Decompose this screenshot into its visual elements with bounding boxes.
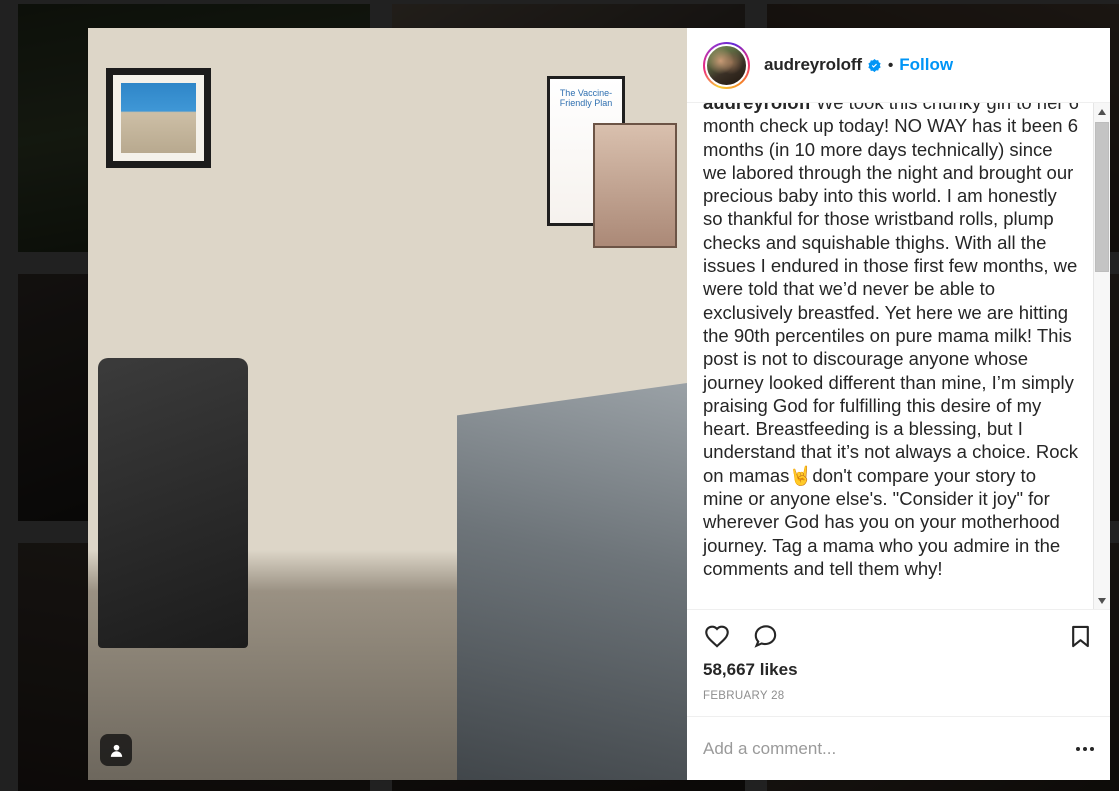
photo-wall-frame	[106, 68, 211, 168]
scrollbar-thumb[interactable]	[1095, 122, 1109, 272]
photo-chair	[98, 358, 248, 648]
author-username[interactable]: audreyroloff	[764, 55, 862, 75]
scroll-up-arrow-icon[interactable]	[1094, 103, 1110, 120]
avatar-story-ring[interactable]	[703, 41, 750, 89]
heart-icon	[705, 625, 729, 648]
avatar[interactable]	[705, 43, 748, 87]
caption-region: audreyroloff We took this chunky girl to…	[687, 103, 1110, 610]
action-icon-row	[703, 622, 1094, 650]
post-modal: The Vaccine-Friendly Plan audreyroloff •…	[88, 28, 1110, 780]
photo-poster-text: The Vaccine-Friendly Plan	[559, 88, 613, 108]
save-button[interactable]	[1067, 623, 1094, 650]
post-caption: audreyroloff We took this chunky girl to…	[703, 103, 1079, 580]
verified-badge-icon	[868, 58, 881, 72]
more-options-dot	[1090, 746, 1094, 751]
caption-scroll-area[interactable]: audreyroloff We took this chunky girl to…	[687, 103, 1093, 609]
comment-button[interactable]	[751, 622, 779, 650]
tagged-users-icon	[110, 744, 122, 757]
photo-wall-frame-art	[121, 83, 196, 153]
follow-button[interactable]: Follow	[899, 55, 953, 75]
comment-bubble-icon	[754, 625, 777, 648]
more-options-dot	[1076, 746, 1080, 751]
caption-scrollbar[interactable]	[1093, 103, 1110, 609]
caption-body-text: We took this chunky girl to her 6 month …	[703, 103, 1079, 579]
photo-exam-table	[457, 383, 687, 780]
comment-input[interactable]	[703, 738, 1068, 759]
post-header: audreyroloff • Follow	[687, 28, 1110, 103]
post-photo-pane[interactable]: The Vaccine-Friendly Plan	[88, 28, 687, 780]
like-button[interactable]	[703, 622, 731, 650]
post-info-pane: audreyroloff • Follow audreyroloff We to…	[687, 28, 1110, 780]
more-options-button[interactable]	[1068, 740, 1094, 758]
more-options-dot	[1083, 746, 1087, 751]
tagged-users-badge[interactable]	[100, 734, 132, 766]
bookmark-icon	[1072, 625, 1089, 647]
caption-author-username[interactable]: audreyroloff	[703, 103, 811, 113]
photo-wall-cabinet	[593, 123, 677, 248]
add-comment-bar	[687, 716, 1110, 780]
header-separator: •	[887, 56, 894, 74]
scroll-down-arrow-icon[interactable]	[1094, 592, 1110, 609]
post-date: FEBRUARY 28	[703, 690, 785, 702]
scrollbar-track[interactable]	[1094, 120, 1110, 592]
post-actions: 58,667 likes FEBRUARY 28	[687, 610, 1110, 716]
like-count[interactable]: 58,667 likes	[703, 660, 1094, 680]
